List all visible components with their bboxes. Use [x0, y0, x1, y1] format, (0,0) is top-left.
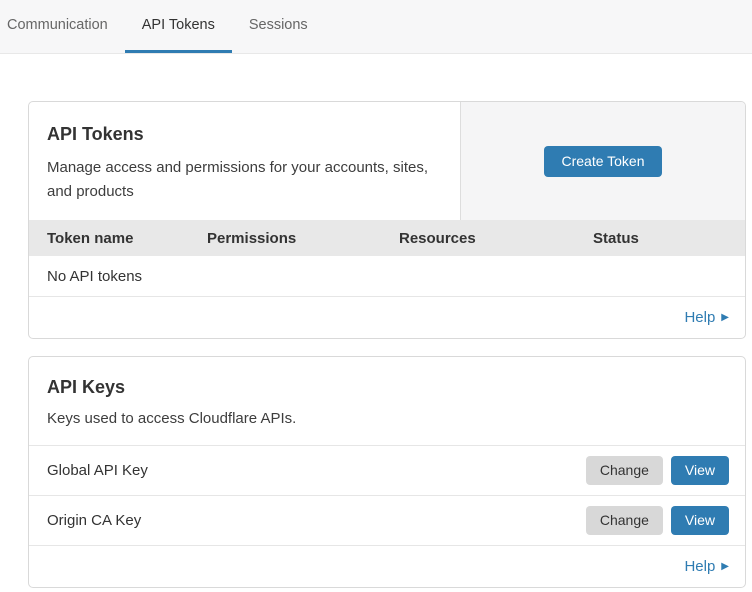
global-api-key-change-button[interactable]: Change: [586, 456, 663, 485]
column-header-permissions: Permissions: [189, 230, 381, 247]
api-keys-card: API Keys Keys used to access Cloudflare …: [28, 356, 746, 588]
api-tokens-help-label: Help: [684, 309, 715, 326]
tab-communication[interactable]: Communication: [0, 0, 125, 53]
tab-api-tokens[interactable]: API Tokens: [125, 0, 232, 53]
tokens-empty-row: No API tokens: [29, 256, 745, 297]
api-tokens-card-header-text: API Tokens Manage access and permissions…: [29, 102, 461, 220]
column-header-resources: Resources: [381, 230, 575, 247]
api-tokens-help-row: Help ▶: [29, 297, 745, 338]
tokens-empty-message: No API tokens: [47, 268, 142, 285]
origin-ca-key-view-button[interactable]: View: [671, 506, 729, 535]
global-api-key-label: Global API Key: [47, 462, 148, 479]
api-tokens-help-link[interactable]: Help ▶: [684, 309, 729, 326]
api-tokens-card: API Tokens Manage access and permissions…: [28, 101, 746, 339]
help-arrow-icon: ▶: [721, 562, 729, 572]
api-keys-description: Keys used to access Cloudflare APIs.: [47, 409, 725, 429]
api-tokens-card-header: API Tokens Manage access and permissions…: [29, 102, 745, 220]
tab-bar: Communication API Tokens Sessions: [0, 0, 752, 54]
api-keys-help-row: Help ▶: [29, 546, 745, 587]
column-header-token-name: Token name: [29, 230, 189, 247]
tokens-table-header: Token name Permissions Resources Status: [29, 220, 745, 256]
api-keys-title: API Keys: [47, 376, 725, 398]
global-api-key-actions: Change View: [586, 456, 729, 485]
origin-ca-key-row: Origin CA Key Change View: [29, 496, 745, 546]
tab-sessions[interactable]: Sessions: [232, 0, 325, 53]
api-keys-help-link[interactable]: Help ▶: [684, 558, 729, 575]
global-api-key-view-button[interactable]: View: [671, 456, 729, 485]
column-header-status: Status: [575, 230, 745, 247]
api-tokens-card-header-actions: Create Token: [461, 102, 745, 220]
api-tokens-title: API Tokens: [47, 123, 440, 145]
main-content: API Tokens Manage access and permissions…: [0, 54, 752, 588]
origin-ca-key-actions: Change View: [586, 506, 729, 535]
api-keys-help-label: Help: [684, 558, 715, 575]
api-tokens-description: Manage access and permissions for your a…: [47, 156, 440, 204]
global-api-key-row: Global API Key Change View: [29, 446, 745, 496]
api-keys-card-header: API Keys Keys used to access Cloudflare …: [29, 357, 745, 446]
help-arrow-icon: ▶: [721, 313, 729, 323]
origin-ca-key-change-button[interactable]: Change: [586, 506, 663, 535]
origin-ca-key-label: Origin CA Key: [47, 512, 141, 529]
account-profile-page: Communication API Tokens Sessions API To…: [0, 0, 752, 588]
create-token-button[interactable]: Create Token: [544, 146, 661, 177]
